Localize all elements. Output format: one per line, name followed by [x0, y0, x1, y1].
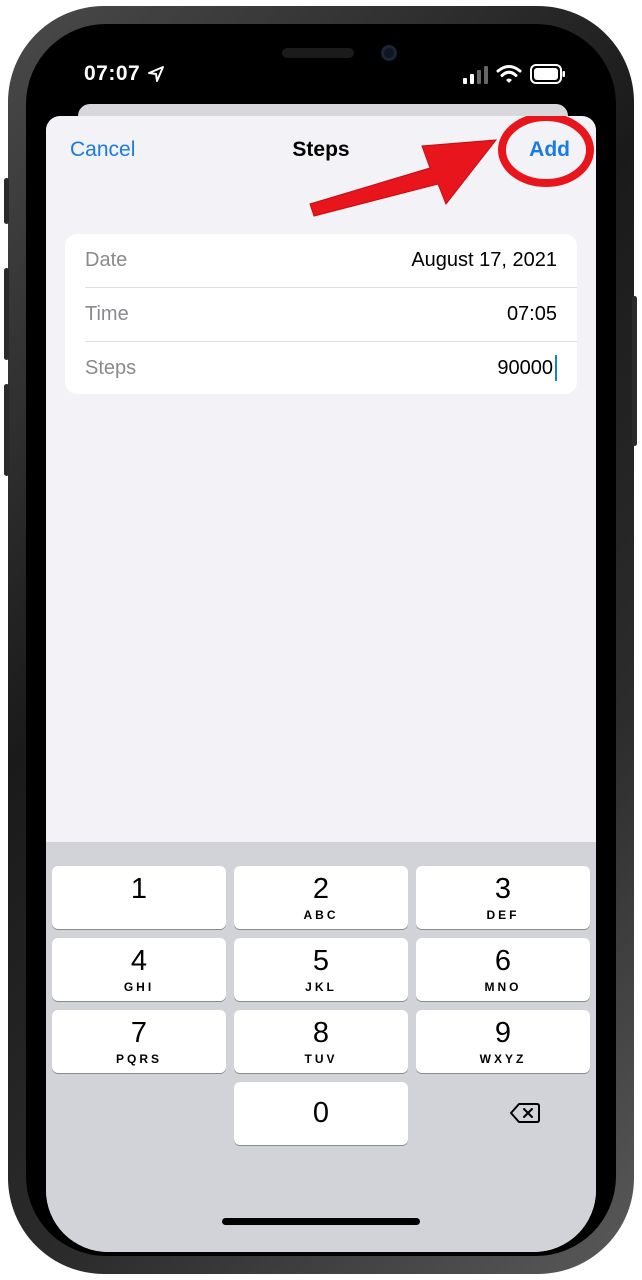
page-title: Steps: [292, 138, 350, 161]
key-0[interactable]: 0: [234, 1082, 408, 1145]
key-letters: GHI: [123, 980, 155, 994]
text-cursor: [555, 355, 557, 381]
location-arrow-icon: [148, 66, 164, 82]
cellular-signal-icon: [463, 66, 488, 84]
form-row-steps[interactable]: Steps 90000: [65, 342, 577, 395]
power-button: [632, 296, 637, 446]
key-digit: 0: [312, 1097, 330, 1129]
key-letters: TUV: [304, 1052, 338, 1066]
home-indicator: [222, 1218, 420, 1225]
add-button[interactable]: Add: [529, 138, 570, 162]
key-digit: 6: [494, 945, 512, 977]
key-letters: PQRS: [115, 1052, 162, 1066]
status-bar: 07:07: [46, 34, 596, 114]
key-digit: 5: [312, 945, 330, 977]
notch: [221, 34, 421, 70]
nav-bar: Cancel Steps Add: [46, 116, 596, 188]
key-8[interactable]: 8 TUV: [234, 1010, 408, 1073]
numeric-keypad: 1 2 ABC 3 DEF 4 GHI 5 JKL 6 MNO 7 PQRS 8…: [46, 842, 596, 1252]
key-3[interactable]: 3 DEF: [416, 866, 590, 929]
key-5[interactable]: 5 JKL: [234, 938, 408, 1001]
form-card: Date August 17, 2021 Time 07:05 Steps 90…: [65, 234, 577, 394]
status-time: 07:07: [84, 62, 141, 85]
key-digit: 7: [130, 1017, 148, 1049]
key-digit: 3: [494, 873, 512, 905]
key-digit: 4: [130, 945, 148, 977]
key-4[interactable]: 4 GHI: [52, 938, 226, 1001]
key-letters: JKL: [305, 980, 337, 994]
key-6[interactable]: 6 MNO: [416, 938, 590, 1001]
key-letters: WXYZ: [479, 1052, 527, 1066]
key-digit: 9: [494, 1017, 512, 1049]
form-row-date[interactable]: Date August 17, 2021: [65, 234, 577, 287]
key-digit: 1: [130, 873, 148, 905]
steps-label: Steps: [85, 357, 137, 379]
key-1[interactable]: 1: [52, 866, 226, 929]
volume-down-button: [4, 384, 9, 476]
date-value[interactable]: August 17, 2021: [411, 249, 557, 272]
key-9[interactable]: 9 WXYZ: [416, 1010, 590, 1073]
key-letters: DEF: [486, 908, 520, 922]
backspace-icon: [510, 1103, 540, 1123]
key-letters: ABC: [303, 908, 339, 922]
key-digit: 2: [312, 873, 330, 905]
front-camera: [381, 45, 397, 61]
silent-switch: [4, 178, 9, 224]
steps-input[interactable]: 90000: [497, 357, 553, 380]
time-label: Time: [85, 303, 129, 325]
screen: 07:07 Cancel Steps Add Date August 17, 2…: [46, 34, 596, 1252]
speaker-grille: [282, 48, 354, 58]
key-digit: 8: [312, 1017, 330, 1049]
delete-key[interactable]: [438, 1082, 596, 1145]
battery-icon: [530, 64, 565, 84]
key-2[interactable]: 2 ABC: [234, 866, 408, 929]
wifi-icon: [496, 65, 522, 83]
date-label: Date: [85, 249, 128, 271]
add-data-sheet: Cancel Steps Add Date August 17, 2021 Ti…: [46, 116, 596, 1252]
time-value[interactable]: 07:05: [507, 303, 557, 326]
volume-up-button: [4, 268, 9, 360]
form-row-time[interactable]: Time 07:05: [65, 288, 577, 341]
key-letters: MNO: [484, 980, 522, 994]
key-7[interactable]: 7 PQRS: [52, 1010, 226, 1073]
